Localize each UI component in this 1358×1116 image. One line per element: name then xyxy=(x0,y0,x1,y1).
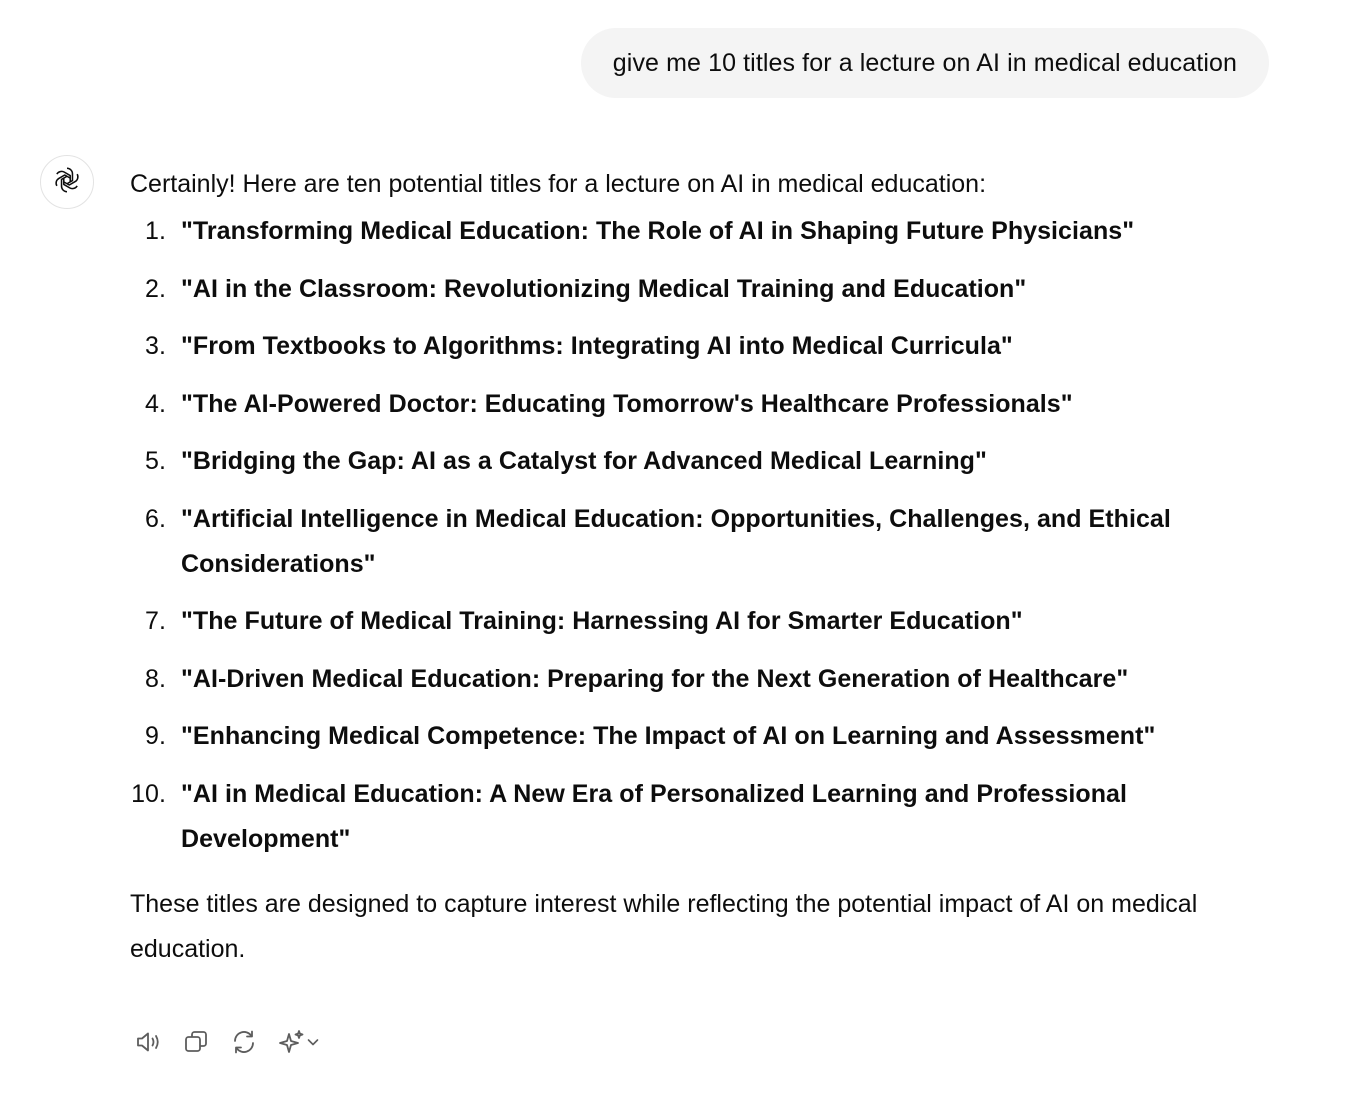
list-number: 3. xyxy=(145,332,166,360)
switch-model-icon xyxy=(278,1028,306,1056)
chevron-down-icon xyxy=(306,1035,320,1049)
list-item: 5. "Bridging the Gap: AI as a Catalyst fo… xyxy=(130,439,1270,484)
regenerate-icon xyxy=(230,1028,258,1056)
list-number: 6. xyxy=(145,504,166,533)
list-item: 3. "From Textbooks to Algorithms: Integra… xyxy=(130,324,1270,369)
list-item-text: "Enhancing Medical Competence: The Impac… xyxy=(181,722,1156,750)
assistant-message: Certainly! Here are ten potential titles… xyxy=(130,162,1270,972)
read-aloud-button[interactable] xyxy=(130,1024,166,1060)
list-item: 4. "The AI-Powered Doctor: Educating Tomo… xyxy=(130,382,1270,427)
copy-button[interactable] xyxy=(178,1024,214,1060)
switch-model-button[interactable] xyxy=(274,1024,324,1060)
copy-icon xyxy=(182,1028,210,1056)
list-item: 9. "Enhancing Medical Competence: The Imp… xyxy=(130,714,1270,759)
list-item-text: "Transforming Medical Education: The Rol… xyxy=(181,217,1135,245)
user-message-bubble: give me 10 titles for a lecture on AI in… xyxy=(580,28,1269,98)
assistant-intro: Certainly! Here are ten potential titles… xyxy=(130,170,987,198)
list-item: 2. "AI in the Classroom: Revolutionizing … xyxy=(130,267,1270,312)
regenerate-button[interactable] xyxy=(226,1024,262,1060)
list-item-text: "The Future of Medical Training: Harness… xyxy=(181,607,1023,635)
list-item-text: "From Textbooks to Algorithms: Integrati… xyxy=(181,332,1013,360)
list-item: 8. "AI-Driven Medical Education: Preparin… xyxy=(130,657,1270,702)
titles-list: 1. "Transforming Medical Education: The R… xyxy=(130,209,1270,862)
list-number: 2. xyxy=(145,274,166,303)
chat-page: give me 10 titles for a lecture on AI in… xyxy=(0,0,1358,1116)
list-number: 7. xyxy=(145,607,166,635)
list-item-text: "AI in Medical Education: A New Era of P… xyxy=(181,779,1127,853)
message-actions-toolbar xyxy=(130,1024,336,1060)
assistant-avatar xyxy=(40,155,94,209)
list-number: 8. xyxy=(145,664,166,693)
list-item-text: "The AI-Powered Doctor: Educating Tomorr… xyxy=(181,389,1073,418)
list-item-text: "AI-Driven Medical Education: Preparing … xyxy=(181,664,1129,693)
list-item: 10. "AI in Medical Education: A New Era o… xyxy=(130,772,1270,862)
list-number: 9. xyxy=(145,722,166,750)
assistant-outro: These titles are designed to capture int… xyxy=(130,889,1198,963)
list-item: 1. "Transforming Medical Education: The R… xyxy=(130,209,1270,254)
read-aloud-icon xyxy=(133,1027,163,1057)
list-number: 1. xyxy=(145,217,166,245)
list-number: 4. xyxy=(145,389,166,418)
list-item: 6. "Artificial Intelligence in Medical Ed… xyxy=(130,497,1270,587)
list-item: 7. "The Future of Medical Training: Harne… xyxy=(130,599,1270,644)
list-item-text: "Bridging the Gap: AI as a Catalyst for … xyxy=(181,447,987,475)
list-item-text: "Artificial Intelligence in Medical Educ… xyxy=(181,504,1171,578)
list-item-text: "AI in the Classroom: Revolutionizing Me… xyxy=(181,274,1027,303)
openai-logo-icon xyxy=(51,164,83,201)
list-number: 10. xyxy=(131,779,166,808)
list-number: 5. xyxy=(145,447,166,475)
user-message-row: give me 10 titles for a lecture on AI in… xyxy=(580,28,1269,98)
